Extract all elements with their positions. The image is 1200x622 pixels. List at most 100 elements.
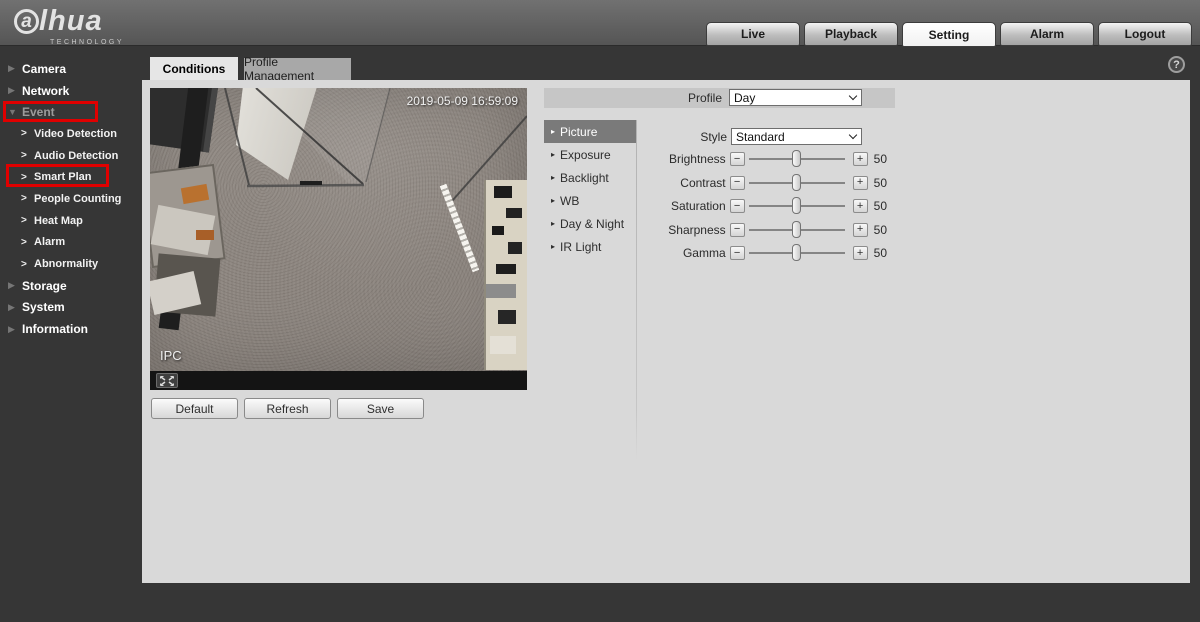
sidebar-item-alarm[interactable]: > Alarm [0,232,142,254]
brightness-minus-button[interactable]: − [730,152,745,166]
brightness-label: Brightness [607,152,726,166]
default-button[interactable]: Default [151,398,238,419]
saturation-label: Saturation [607,199,726,213]
logo-circle-a: a [14,9,39,34]
sub-arrow-icon: > [21,259,34,270]
menu-arrow-icon: ▸ [551,173,555,182]
sub-arrow-icon: > [21,215,34,226]
sharpness-label: Sharpness [607,223,726,237]
gamma-slider[interactable] [749,242,845,264]
profile-label: Profile [544,91,722,105]
sub-arrow-icon: > [21,172,34,183]
sidebar-item-information[interactable]: ▶ Information [0,318,142,340]
sidebar-item-system[interactable]: ▶ System [0,297,142,319]
contrast-slider[interactable] [749,172,845,194]
help-icon[interactable]: ? [1168,56,1185,73]
content-panel: 2019-05-09 16:59:09 IPC Default Refresh … [142,80,1190,583]
saturation-plus-button[interactable]: + [853,199,868,213]
sharpness-slider-row: Sharpness − + 50 [607,219,887,241]
chevron-down-icon [849,131,857,139]
sidebar-item-storage[interactable]: ▶ Storage [0,275,142,297]
sharpness-minus-button[interactable]: − [730,223,745,237]
logo-text: lhua [39,5,103,38]
sub-arrow-icon: > [21,237,34,248]
nav-button-logout[interactable]: Logout [1098,22,1192,46]
brightness-slider[interactable] [749,148,845,170]
chevron-down-icon [849,92,857,100]
collapsed-arrow-icon: ▶ [8,324,22,335]
sidebar-item-abnormality[interactable]: > Abnormality [0,253,142,275]
sidebar-item-camera[interactable]: ▶ Camera [0,58,142,80]
video-channel-label: IPC [160,348,182,363]
brightness-slider-row: Brightness − + 50 [607,148,887,170]
contrast-plus-button[interactable]: + [853,176,868,190]
sub-arrow-icon: > [21,193,34,204]
style-select[interactable]: Standard [731,128,862,145]
camera-preview: 2019-05-09 16:59:09 IPC [150,88,527,371]
menu-arrow-icon: ▸ [551,127,555,136]
collapsed-arrow-icon: ▶ [8,302,22,313]
sidebar: ▶ Camera ▶ Network ▼ Event > Video Detec… [0,58,142,340]
nav-button-live[interactable]: Live [706,22,800,46]
collapsed-arrow-icon: ▶ [8,85,22,96]
saturation-slider-row: Saturation − + 50 [607,195,887,217]
sidebar-item-network[interactable]: ▶ Network [0,80,142,102]
menu-arrow-icon: ▸ [551,219,555,228]
sharpness-slider[interactable] [749,219,845,241]
sharpness-value: 50 [874,223,887,237]
menu-arrow-icon: ▸ [551,150,555,159]
contrast-slider-row: Contrast − + 50 [607,172,887,194]
nav-button-playback[interactable]: Playback [804,22,898,46]
tab-conditions[interactable]: Conditions [150,57,238,80]
video-toolbar [150,371,527,390]
profile-select[interactable]: Day [729,89,862,106]
slider-thumb[interactable] [792,150,801,167]
sidebar-item-heat-map[interactable]: > Heat Map [0,210,142,232]
header: a lhua TECHNOLOGY Live Playback Setting … [0,0,1200,46]
sidebar-item-people-counting[interactable]: > People Counting [0,188,142,210]
nav-button-setting[interactable]: Setting [902,22,996,47]
contrast-value: 50 [874,176,887,190]
profile-select-value: Day [734,91,755,105]
expanded-arrow-icon: ▼ [8,107,22,117]
gamma-slider-row: Gamma − + 50 [607,242,887,264]
menu-arrow-icon: ▸ [551,196,555,205]
brightness-value: 50 [874,152,887,166]
sub-arrow-icon: > [21,128,34,139]
sidebar-item-video-detection[interactable]: > Video Detection [0,123,142,145]
tab-profile-management[interactable]: Profile Management [244,58,351,80]
nav-button-alarm[interactable]: Alarm [1000,22,1094,46]
brightness-plus-button[interactable]: + [853,152,868,166]
sharpness-plus-button[interactable]: + [853,223,868,237]
gamma-value: 50 [874,246,887,260]
video-timestamp: 2019-05-09 16:59:09 [407,94,518,108]
sidebar-item-audio-detection[interactable]: > Audio Detection [0,145,142,167]
collapsed-arrow-icon: ▶ [8,280,22,291]
slider-thumb[interactable] [792,197,801,214]
slider-thumb[interactable] [792,244,801,261]
profile-bar: Profile Day [544,88,895,108]
equipment-cart [484,180,527,370]
slider-thumb[interactable] [792,174,801,191]
menu-arrow-icon: ▸ [551,242,555,251]
save-button[interactable]: Save [337,398,424,419]
dahua-logo: a lhua TECHNOLOGY [14,5,124,46]
style-label: Style [607,130,727,144]
style-select-value: Standard [736,130,785,144]
sidebar-item-event[interactable]: ▼ Event [0,101,142,123]
fullscreen-button[interactable] [156,373,178,388]
gamma-plus-button[interactable]: + [853,246,868,260]
collapsed-arrow-icon: ▶ [8,63,22,74]
fullscreen-icon [160,376,174,386]
dahua-settings-page: a lhua TECHNOLOGY Live Playback Setting … [0,0,1200,622]
saturation-value: 50 [874,199,887,213]
contrast-minus-button[interactable]: − [730,176,745,190]
slider-thumb[interactable] [792,221,801,238]
contrast-label: Contrast [607,176,726,190]
saturation-slider[interactable] [749,195,845,217]
gamma-minus-button[interactable]: − [730,246,745,260]
logo-tagline: TECHNOLOGY [50,39,124,46]
refresh-button[interactable]: Refresh [244,398,331,419]
saturation-minus-button[interactable]: − [730,199,745,213]
sidebar-item-smart-plan[interactable]: > Smart Plan [0,166,142,188]
